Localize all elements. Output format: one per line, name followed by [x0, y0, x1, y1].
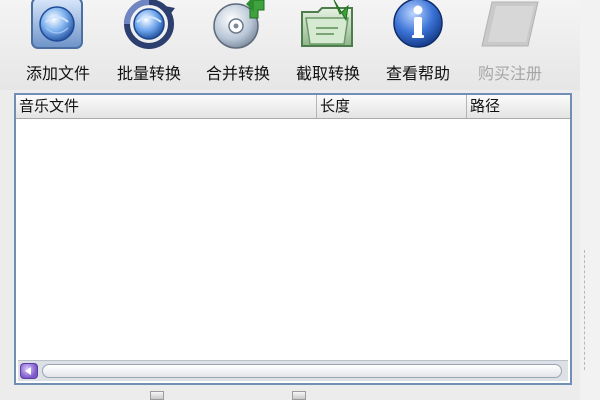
column-header-length[interactable]: 长度 — [317, 95, 467, 118]
batch-convert-label: 批量转换 — [116, 64, 181, 83]
dashed-divider — [584, 250, 586, 370]
add-file-icon — [31, 0, 83, 49]
bottom-control-2[interactable] — [292, 391, 306, 400]
help-icon — [393, 0, 443, 48]
add-file-label: 添加文件 — [25, 64, 90, 83]
register-label: 购买注册 — [477, 64, 542, 83]
list-body[interactable] — [16, 119, 570, 359]
music-file-list[interactable]: 音乐文件 长度 路径 — [14, 93, 572, 385]
register-button[interactable]: 购买注册 — [465, 0, 555, 88]
column-header-music-file[interactable]: 音乐文件 — [16, 95, 317, 118]
register-icon — [481, 1, 539, 47]
arrow-left-icon — [25, 367, 31, 375]
scroll-left-button[interactable] — [20, 363, 38, 379]
cut-convert-label: 截取转换 — [295, 64, 360, 83]
horizontal-scrollbar[interactable] — [18, 360, 568, 381]
toolbar: 添加文件 批量转换 合并转换 截取转换 查看帮助 购买注册 — [0, 0, 600, 90]
cut-convert-button[interactable]: 截取转换 — [283, 0, 373, 88]
batch-convert-button[interactable]: 批量转换 — [104, 0, 194, 88]
bottom-strip — [0, 387, 600, 400]
app-window: 添加文件 批量转换 合并转换 截取转换 查看帮助 购买注册 音乐文件 长度 路径 — [0, 0, 600, 400]
cut-convert-icon — [301, 0, 353, 47]
column-header-path[interactable]: 路径 — [467, 95, 570, 118]
batch-convert-icon — [124, 0, 175, 49]
help-label: 查看帮助 — [385, 64, 450, 83]
scrollbar-thumb[interactable] — [42, 364, 562, 378]
merge-convert-icon — [213, 0, 265, 49]
list-header: 音乐文件 长度 路径 — [16, 95, 570, 119]
merge-convert-label: 合并转换 — [205, 64, 270, 83]
help-button[interactable]: 查看帮助 — [373, 0, 463, 88]
add-file-button[interactable]: 添加文件 — [13, 0, 103, 88]
merge-convert-button[interactable]: 合并转换 — [193, 0, 283, 88]
right-edge-panel — [580, 0, 600, 400]
bottom-control-1[interactable] — [150, 391, 164, 400]
